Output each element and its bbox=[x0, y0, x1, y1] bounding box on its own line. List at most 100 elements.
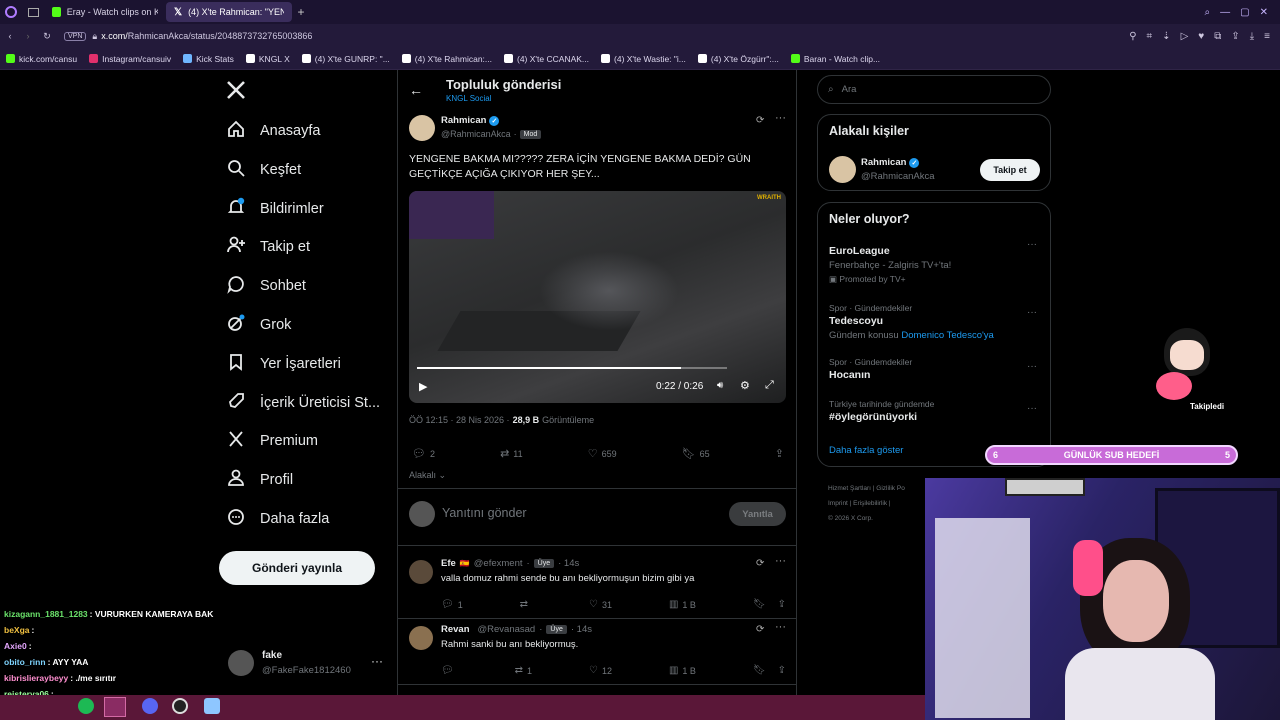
like-button[interactable]: ♡ 659 bbox=[588, 447, 617, 460]
like-button[interactable]: ♡ 12 bbox=[589, 665, 612, 676]
reply-submit-button[interactable]: Yanıtla bbox=[729, 502, 786, 526]
sort-dropdown[interactable]: Alakalı ⌄ bbox=[409, 470, 446, 481]
post-button[interactable]: Gönderi yayınla bbox=[219, 551, 375, 585]
reply-button[interactable]: 💬︎ 2 bbox=[412, 447, 435, 460]
views-button[interactable]: ▥ 1 B bbox=[669, 665, 696, 676]
bookmark-icon[interactable]: 🔖︎ bbox=[753, 599, 766, 610]
nav-item-7[interactable]: İçerik Üreticisi St... bbox=[226, 391, 380, 415]
more-options-icon[interactable]: ··· bbox=[371, 654, 383, 668]
avatar[interactable] bbox=[409, 626, 433, 650]
reply-author-name[interactable]: Revan bbox=[441, 624, 470, 635]
bookmark-item[interactable]: (4) X'te Rahmican:... bbox=[401, 54, 492, 64]
trend-link[interactable]: Domenico Tedesco'ya bbox=[901, 330, 993, 341]
video-player[interactable]: WRAITH ▶ 0:22 / 0:26 🔊︎ ⚙ ⤢ bbox=[409, 191, 786, 403]
fullscreen-icon[interactable]: ⤢ bbox=[765, 379, 774, 392]
search-input[interactable]: ⌕ Ara bbox=[817, 75, 1051, 104]
trend-item[interactable]: Türkiye tarihinde gündemde #öylegörünüyor… bbox=[829, 399, 1041, 423]
reload-icon[interactable]: ↻ bbox=[36, 31, 58, 42]
volume-icon[interactable]: 🔊︎ bbox=[717, 380, 723, 391]
sidebar-toggle-icon[interactable] bbox=[22, 0, 44, 24]
nav-item-2[interactable]: Bildirimler bbox=[226, 197, 324, 221]
nav-item-5[interactable]: Grok bbox=[226, 313, 291, 337]
share-icon[interactable]: ⇪ bbox=[778, 665, 786, 676]
vpn-badge[interactable]: VPN bbox=[64, 31, 87, 41]
tab-kick-eray[interactable]: Eray - Watch clips on Kick bbox=[44, 2, 166, 22]
reply-author-name[interactable]: Efe bbox=[441, 558, 456, 569]
bookmark-icon[interactable]: 🔖︎ bbox=[753, 665, 766, 676]
trend-item[interactable]: Spor · Gündemdekiler Hocanın ··· bbox=[829, 357, 1041, 381]
heart-icon[interactable]: ♥ bbox=[1198, 31, 1204, 42]
nav-item-3[interactable]: Takip et bbox=[226, 235, 310, 259]
reply-author-handle[interactable]: @Revanasad bbox=[478, 624, 536, 635]
nav-item-9[interactable]: Profil bbox=[226, 468, 293, 492]
play-icon[interactable]: ▶ bbox=[419, 380, 427, 393]
bookmark-item[interactable]: (4) X'te GUNRP: "... bbox=[301, 54, 390, 64]
more-options-icon[interactable]: ··· bbox=[1027, 307, 1037, 318]
bookmark-item[interactable]: (4) X'te CCANAK... bbox=[504, 54, 589, 64]
nav-item-4[interactable]: Sohbet bbox=[226, 274, 306, 298]
avatar[interactable] bbox=[409, 115, 435, 141]
retweet-button[interactable]: ⇄ 11 bbox=[500, 447, 523, 460]
more-options-icon[interactable]: ··· bbox=[1027, 403, 1037, 414]
close-window-icon[interactable]: ✕ bbox=[1260, 7, 1268, 18]
chat-username[interactable]: kibrislieraybeyy bbox=[4, 673, 68, 683]
back-arrow-icon[interactable]: ← bbox=[409, 82, 423, 98]
reply-button[interactable]: 💬︎ bbox=[441, 665, 458, 676]
maximize-icon[interactable]: ▢ bbox=[1240, 7, 1249, 18]
play-icon[interactable]: ▷ bbox=[1181, 31, 1189, 42]
back-icon[interactable]: ‹ bbox=[0, 31, 20, 41]
views-button[interactable]: ▥ 1 B bbox=[669, 599, 696, 610]
minimize-icon[interactable]: — bbox=[1220, 7, 1230, 18]
more-options-icon[interactable]: ··· bbox=[1027, 361, 1037, 372]
reply-time[interactable]: · 14s bbox=[571, 624, 592, 635]
related-user-name[interactable]: Rahmican ✓ bbox=[861, 157, 920, 168]
reply-input[interactable]: Yanıtını gönder bbox=[442, 506, 722, 520]
bookmark-item[interactable]: (4) X'te Özgürr":... bbox=[697, 54, 779, 64]
chat-username[interactable]: kizagann_1881_1283 bbox=[4, 609, 88, 619]
app-icon[interactable] bbox=[204, 698, 220, 714]
chat-username[interactable]: obito_rinn bbox=[4, 657, 46, 667]
downloads-icon[interactable]: ⤓ bbox=[1250, 31, 1254, 42]
more-options-icon[interactable]: ··· bbox=[775, 555, 786, 567]
share-icon[interactable]: ⇪ bbox=[778, 599, 786, 610]
reply-author-handle[interactable]: @efexment bbox=[474, 558, 523, 569]
reply-button[interactable]: 💬︎ 1 bbox=[441, 599, 463, 610]
retweet-button[interactable]: ⇄ bbox=[520, 599, 532, 610]
footer-line[interactable]: Hizmet Şartları | Gizlilik Po bbox=[828, 481, 905, 496]
new-tab-button[interactable]: + bbox=[292, 5, 310, 19]
grok-icon[interactable]: ⟳ bbox=[756, 624, 764, 635]
screenshot-icon[interactable]: ⌗ bbox=[1147, 31, 1153, 42]
more-options-icon[interactable]: ··· bbox=[775, 112, 786, 124]
more-options-icon[interactable]: ··· bbox=[775, 621, 786, 633]
community-link[interactable]: KNGL Social bbox=[446, 94, 492, 103]
share-icon[interactable]: ⇪ bbox=[1231, 31, 1239, 42]
search-tabs-icon[interactable]: ⌕ bbox=[1205, 7, 1211, 18]
browser-logo-icon[interactable] bbox=[0, 0, 22, 24]
bookmark-button[interactable]: 🔖︎ 65 bbox=[682, 447, 710, 460]
reply-time[interactable]: · 14s bbox=[558, 558, 579, 569]
pin-icon[interactable]: ⚲ bbox=[1129, 31, 1136, 42]
x-logo-icon[interactable] bbox=[226, 80, 246, 105]
retweet-button[interactable]: ⇄ 1 bbox=[515, 665, 532, 676]
nav-item-6[interactable]: Yer İşaretleri bbox=[226, 352, 341, 376]
more-options-icon[interactable]: ··· bbox=[1027, 239, 1037, 250]
forward-icon[interactable]: › bbox=[20, 31, 36, 41]
taskbar-app-active[interactable] bbox=[104, 697, 126, 717]
obs-icon[interactable] bbox=[172, 698, 188, 714]
chat-username[interactable]: beXga bbox=[4, 625, 30, 635]
avatar[interactable] bbox=[829, 156, 856, 183]
reply-item[interactable]: Revan @Revanasad · Üye · 14s ⟳ ··· Rahmi sanki … bbox=[398, 619, 796, 685]
bookmark-item[interactable]: kick.com/cansu bbox=[6, 54, 77, 64]
spotify-icon[interactable] bbox=[78, 698, 94, 714]
menu-icon[interactable]: ≡ bbox=[1264, 31, 1270, 42]
download-small-icon[interactable]: ⇣ bbox=[1162, 31, 1170, 42]
discord-icon[interactable] bbox=[142, 698, 158, 714]
tab-x-rahmican[interactable]: 𝕏 (4) X'te Rahmican: "YENGE bbox=[166, 2, 292, 22]
tweet-timestamp[interactable]: ÖÖ 12:15 · 28 Nis 2026 · bbox=[409, 415, 510, 425]
grok-icon[interactable]: ⟳ bbox=[756, 558, 764, 569]
trend-item[interactable]: Spor · Gündemdekiler Tedescoyu Gündem konu… bbox=[829, 303, 1041, 341]
bookmark-item[interactable]: Instagram/cansuiv bbox=[89, 54, 171, 64]
bookmark-item[interactable]: Kick Stats bbox=[183, 54, 234, 64]
bookmark-item[interactable]: (4) X'te Wastie: "i... bbox=[601, 54, 686, 64]
url-text[interactable]: x.com/RahmicanAkca/status/20488737327650… bbox=[101, 31, 312, 41]
